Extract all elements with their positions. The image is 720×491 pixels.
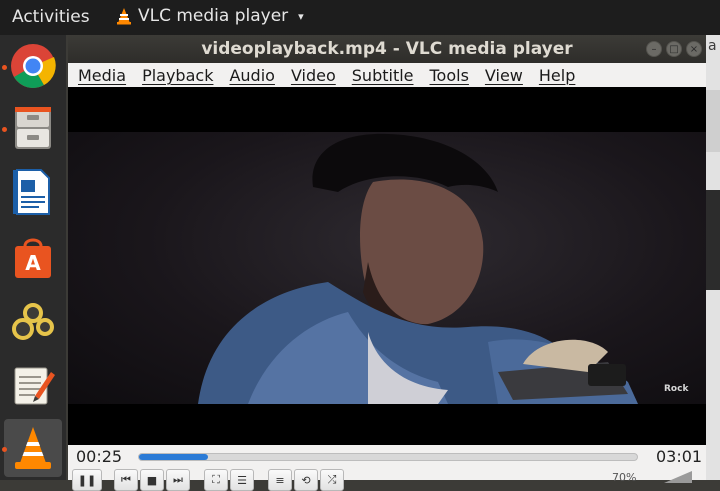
shuffle-icon: ⤮ [327,473,337,486]
elapsed-time: 00:25 [76,447,123,466]
playlist-button[interactable]: ≡ [268,469,292,491]
vlc-cone-icon [15,427,51,469]
seek-progress [139,454,208,460]
minimize-icon: – [651,43,657,55]
background-window-edge: a [706,35,720,480]
chevron-down-icon: ▾ [298,9,304,23]
stop-icon: ■ [146,473,158,487]
maximize-button[interactable]: □ [666,41,682,57]
fullscreen-icon: ⛶ [212,473,220,486]
app-menu[interactable]: VLC media player ▾ [116,6,304,26]
dock-item-software[interactable]: A [4,228,62,286]
volume-slider[interactable] [664,471,692,483]
background-panel [706,90,720,152]
loop-button[interactable]: ⟲ [294,469,318,491]
vlc-cone-icon [117,8,131,25]
background-panel-dark [706,190,720,290]
volume-level: 70% [612,471,637,484]
video-frame-image [198,133,638,404]
activities-button[interactable]: Activities [12,7,90,27]
video-area[interactable]: Rock [68,87,706,445]
menu-video[interactable]: Video [291,66,336,85]
playback-controls: 00:25 03:01 ❚❚ ⏮ ■ ⏭ ⛶ ☰ ≡ ⟲ ⤮ 70% [68,445,706,491]
previous-button[interactable]: ⏮ [114,469,138,491]
shuffle-button[interactable]: ⤮ [320,469,344,491]
equalizer-icon: ☰ [237,473,247,487]
maximize-icon: □ [669,43,679,55]
dock-item-text-editor[interactable] [4,355,62,413]
menu-bar: Media Playback Audio Video Subtitle Tool… [68,63,706,87]
video-watermark: Rock [664,384,689,394]
pause-icon: ❚❚ [77,473,97,487]
seek-slider[interactable] [138,453,638,461]
file-cabinet-icon [15,107,51,149]
window-titlebar[interactable]: videoplayback.mp4 - VLC media player – □… [68,35,706,63]
menu-help[interactable]: Help [539,66,575,85]
playlist-icon: ≡ [275,473,285,487]
app-menu-label: VLC media player [138,6,289,26]
dock-item-chrome[interactable] [4,37,62,95]
menu-subtitle[interactable]: Subtitle [352,66,414,85]
running-indicator [2,65,7,70]
previous-icon: ⏮ [121,473,131,486]
shopping-bag-icon: A [15,238,51,278]
minimize-button[interactable]: – [646,41,662,57]
total-time[interactable]: 03:01 [656,447,702,466]
menu-media[interactable]: Media [78,66,126,85]
menu-playback[interactable]: Playback [142,66,213,85]
fullscreen-button[interactable]: ⛶ [204,469,228,491]
menu-view[interactable]: View [485,66,523,85]
extended-settings-button[interactable]: ☰ [230,469,254,491]
next-icon: ⏭ [173,473,183,486]
dock-item-writer[interactable] [4,163,62,221]
next-button[interactable]: ⏭ [166,469,190,491]
window-title: videoplayback.mp4 - VLC media player [201,39,573,59]
menu-tools[interactable]: Tools [430,66,469,85]
vlc-window: videoplayback.mp4 - VLC media player – □… [68,35,706,491]
svg-text:A: A [25,251,41,275]
stop-button[interactable]: ■ [140,469,164,491]
running-indicator [2,127,7,132]
dock-item-files[interactable] [4,99,62,157]
video-frame [68,132,706,404]
loop-icon: ⟲ [301,473,311,487]
gnome-top-bar: Activities VLC media player ▾ [0,0,720,35]
document-writer-icon [13,169,50,215]
pause-button[interactable]: ❚❚ [72,469,102,491]
close-icon: × [689,43,699,55]
menu-audio[interactable]: Audio [229,66,274,85]
dock-item-settings[interactable] [4,292,62,350]
notepad-pencil-icon [14,367,55,405]
dock-item-vlc[interactable] [4,419,62,477]
gears-icon [12,303,54,340]
chrome-icon [11,44,56,88]
dock: A [0,35,66,480]
close-button[interactable]: × [686,41,702,57]
running-indicator [2,447,7,452]
background-window-text: a [708,38,717,54]
